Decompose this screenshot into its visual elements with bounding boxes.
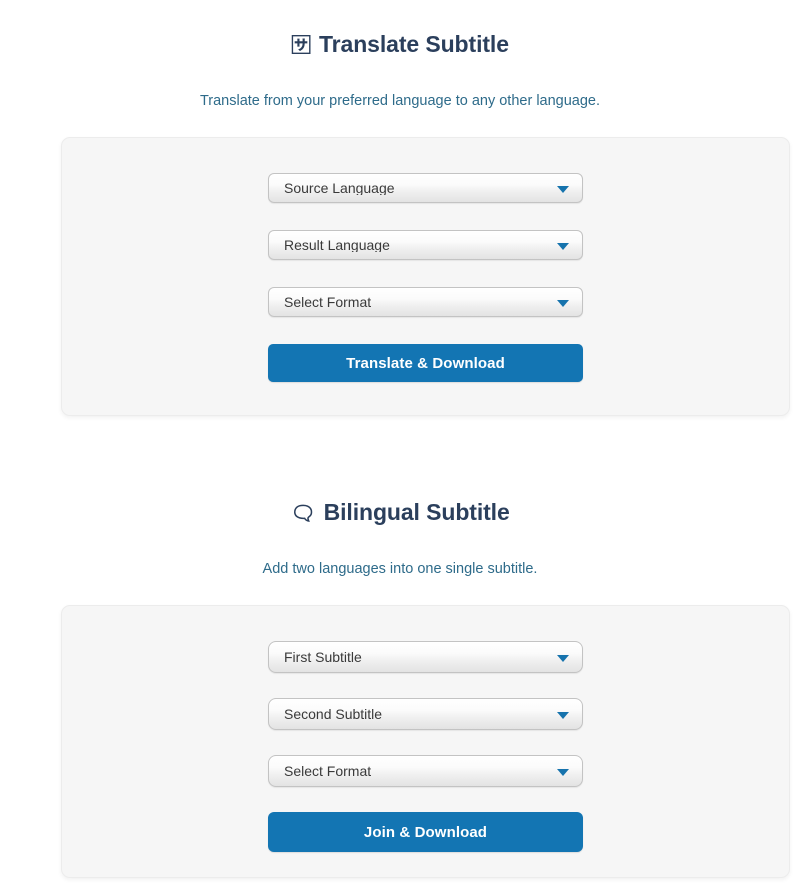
result-language-select-box[interactable]: Result Language [268,230,583,260]
section-title-text: Translate Subtitle [318,31,509,57]
section-title-text: Bilingual Subtitle [323,499,510,525]
bilingual-title: 🗨 Bilingual Subtitle [0,501,800,524]
translate-download-button[interactable]: Translate & Download [268,344,583,382]
bilingual-card-body: First Subtitle Second Subtitle Select Fo… [62,606,789,852]
section-header-translate: 🈂 Translate Subtitle [0,33,800,56]
first-subtitle-select-label: First Subtitle [284,650,362,664]
section-subtitle-translate: Translate from your preferred language t… [199,93,601,109]
bilingual-format-select-box[interactable]: Select Format [268,755,583,787]
second-subtitle-select[interactable]: Second Subtitle [268,698,583,730]
bilingual-format-select[interactable]: Select Format [268,755,583,787]
source-language-select[interactable]: Source Language [268,173,583,203]
section-subtitle-bilingual: Add two languages into one single subtit… [262,561,538,577]
translate-card-body: Source Language Result Language Select F… [62,138,789,382]
source-language-select-box[interactable]: Source Language [268,173,583,203]
bilingual-format-select-label: Select Format [284,764,372,778]
first-subtitle-select[interactable]: First Subtitle [268,641,583,673]
bilingual-card: First Subtitle Second Subtitle Select Fo… [61,605,790,878]
second-subtitle-select-label: Second Subtitle [284,707,383,721]
first-subtitle-select-box[interactable]: First Subtitle [268,641,583,673]
translate-card: Source Language Result Language Select F… [61,137,790,416]
page-title: 🈂 Translate Subtitle [0,33,800,56]
section-header-bilingual: 🗨 Bilingual Subtitle [0,501,800,524]
translate-format-select-label: Select Format [284,295,372,309]
result-language-select[interactable]: Result Language [268,230,583,260]
speech-balloons-icon: 🗨 [290,502,316,525]
result-language-select-label: Result Language [284,238,390,252]
page-root: 🈂 Translate Subtitle Translate from your… [0,0,800,883]
source-language-select-label: Source Language [284,181,395,195]
join-download-button[interactable]: Join & Download [268,812,583,852]
translate-icon: 🈂 [291,34,311,57]
translate-format-select[interactable]: Select Format [268,287,583,317]
translate-format-select-box[interactable]: Select Format [268,287,583,317]
second-subtitle-select-box[interactable]: Second Subtitle [268,698,583,730]
